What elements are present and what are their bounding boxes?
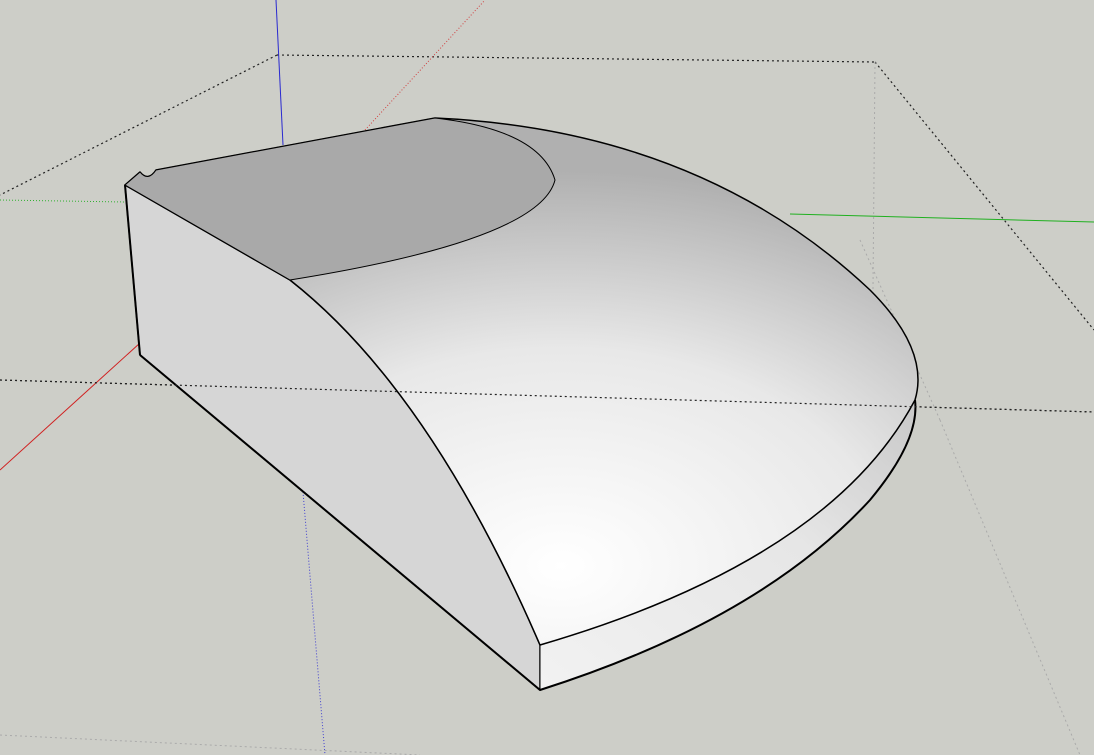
model-canvas[interactable] [0, 0, 1094, 755]
sketchup-3d-viewport[interactable] [0, 0, 1094, 755]
